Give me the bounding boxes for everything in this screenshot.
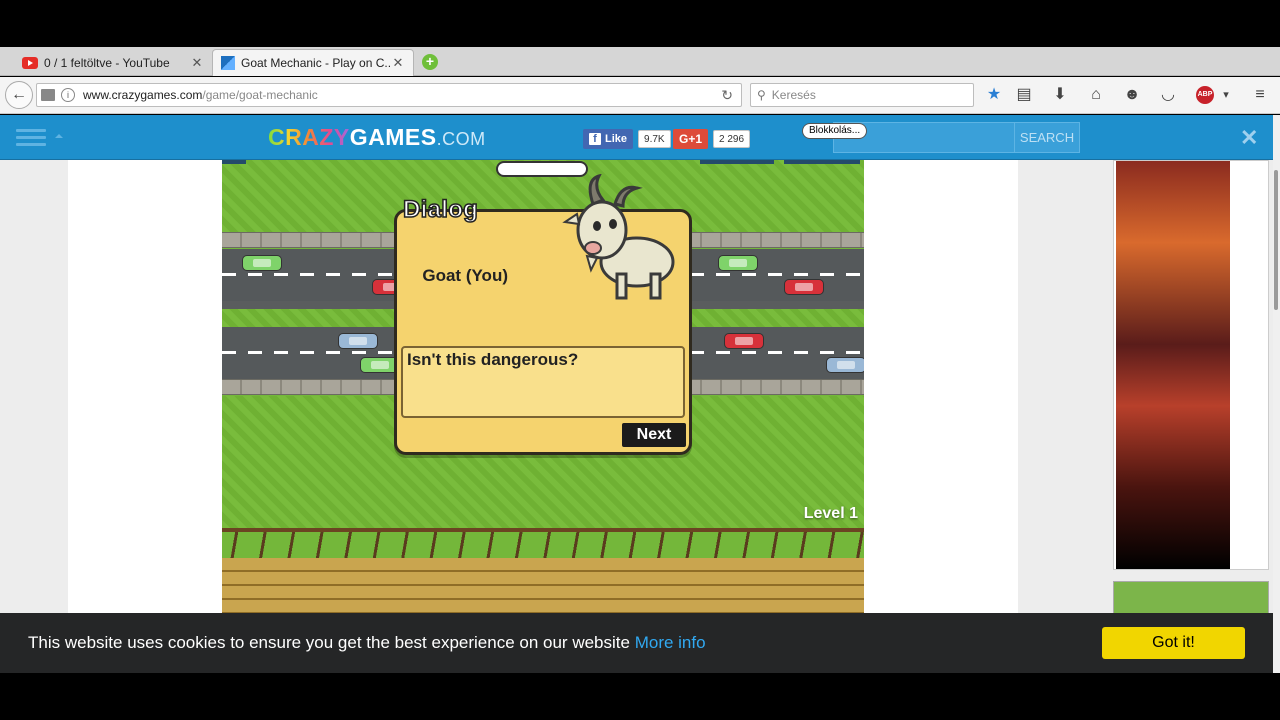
tab-goat-mechanic[interactable]: Goat Mechanic - Play on C... ✕ <box>212 49 414 76</box>
download-icon[interactable]: ⬇ <box>1050 85 1070 105</box>
car <box>826 357 864 373</box>
site-info-icon[interactable]: i <box>61 88 75 102</box>
menu-arrow-icon <box>55 134 63 138</box>
navigation-bar: ← i www.crazygames.com/game/goat-mechani… <box>0 77 1280 114</box>
new-tab-button[interactable]: + <box>422 54 438 70</box>
hud-corner-left <box>222 160 246 164</box>
home-icon[interactable]: ⌂ <box>1086 85 1106 105</box>
screen: 0 / 1 feltöltve - YouTube ✕ Goat Mechani… <box>0 0 1280 720</box>
close-tab-icon[interactable]: ✕ <box>190 55 204 71</box>
cookie-message: This website uses cookies to ensure you … <box>28 633 706 653</box>
facebook-like: f Like 9.7K <box>583 129 671 149</box>
web-page: CRAZYGAMES.COM f Like 9.7K G+1 2 296 SEAR… <box>0 115 1273 673</box>
fence <box>222 528 864 558</box>
bookmarks-list-icon[interactable]: ▤ <box>1014 85 1034 105</box>
google-plus-button[interactable]: G+1 <box>673 129 709 149</box>
adblock-icon[interactable]: ABP <box>1196 86 1214 104</box>
tab-title: Goat Mechanic - Play on C... <box>241 56 391 70</box>
chevron-down-icon[interactable]: ▾ <box>1216 85 1236 105</box>
facebook-like-count: 9.7K <box>638 130 671 148</box>
url-bar[interactable]: i www.crazygames.com/game/goat-mechanic … <box>36 83 742 107</box>
browser-search-field[interactable]: ⚲ Keresés <box>750 83 974 107</box>
youtube-icon <box>22 56 38 69</box>
pocket-icon[interactable]: ◡ <box>1158 85 1178 105</box>
logo-com: .COM <box>436 129 486 149</box>
dialog-text: Isn't this dangerous? <box>401 346 685 418</box>
back-button[interactable]: ← <box>5 81 33 109</box>
facebook-like-label: Like <box>605 133 628 145</box>
logo-crazy: CRAZY <box>268 124 350 150</box>
hud-bar-right-2 <box>784 160 860 164</box>
side-advertisement[interactable] <box>1113 160 1269 570</box>
speaker-name: Goat (You) <box>422 266 508 285</box>
game-canvas[interactable]: Level 1 Isn't this dangerous? Next Dialo… <box>222 160 864 615</box>
car <box>784 279 824 295</box>
menu-icon[interactable]: ≡ <box>1250 85 1270 105</box>
next-button[interactable]: Next <box>622 423 686 447</box>
facebook-like-button[interactable]: f Like <box>583 129 634 149</box>
url-domain: www.crazygames.com <box>83 88 203 102</box>
close-tab-icon[interactable]: ✕ <box>391 55 405 71</box>
logo-games: GAMES <box>349 124 437 150</box>
chat-icon[interactable]: ☻ <box>1122 85 1142 105</box>
bookmark-star-icon[interactable]: ★ <box>984 85 1004 105</box>
car <box>242 255 282 271</box>
crazygames-favicon-icon <box>221 56 235 70</box>
facebook-icon: f <box>589 133 601 145</box>
reload-icon[interactable]: ↻ <box>721 87 733 104</box>
goat-portrait-icon <box>562 174 675 300</box>
page-icon <box>41 89 55 101</box>
tab-title: 0 / 1 feltöltve - YouTube <box>44 55 170 70</box>
site-header: CRAZYGAMES.COM f Like 9.7K G+1 2 296 SEAR… <box>0 115 1273 160</box>
level-indicator: Level 1 <box>803 505 858 522</box>
cookie-banner: This website uses cookies to ensure you … <box>0 613 1273 673</box>
cookie-text: This website uses cookies to ensure you … <box>28 633 630 652</box>
car <box>338 333 378 349</box>
crazygames-logo[interactable]: CRAZYGAMES.COM <box>268 124 486 151</box>
search-placeholder: Keresés <box>771 88 816 102</box>
car <box>718 255 758 271</box>
scrollbar-thumb[interactable] <box>1274 170 1278 310</box>
ad-artwork <box>1116 161 1230 569</box>
google-plus-count: 2 296 <box>713 130 751 148</box>
hamburger-menu-icon[interactable] <box>16 129 46 147</box>
search-icon: ⚲ <box>757 88 766 102</box>
stone-wall <box>222 558 864 615</box>
site-search-button[interactable]: SEARCH <box>1014 123 1079 152</box>
car <box>724 333 764 349</box>
more-info-link[interactable]: More info <box>635 633 706 652</box>
close-header-icon[interactable]: ✕ <box>1240 125 1258 151</box>
block-tooltip: Blokkolás... <box>802 123 868 139</box>
dialog-title: Dialog <box>402 195 479 224</box>
google-plus: G+1 2 296 <box>673 129 751 149</box>
tab-youtube[interactable]: 0 / 1 feltöltve - YouTube ✕ <box>14 49 212 76</box>
site-search: SEARCH <box>833 122 1080 153</box>
got-it-button[interactable]: Got it! <box>1102 627 1245 659</box>
hud-bar-right-1 <box>700 160 774 164</box>
scrollbar[interactable] <box>1273 115 1280 673</box>
url-path: /game/goat-mechanic <box>202 88 318 102</box>
tab-bar: 0 / 1 feltöltve - YouTube ✕ Goat Mechani… <box>0 47 1280 76</box>
